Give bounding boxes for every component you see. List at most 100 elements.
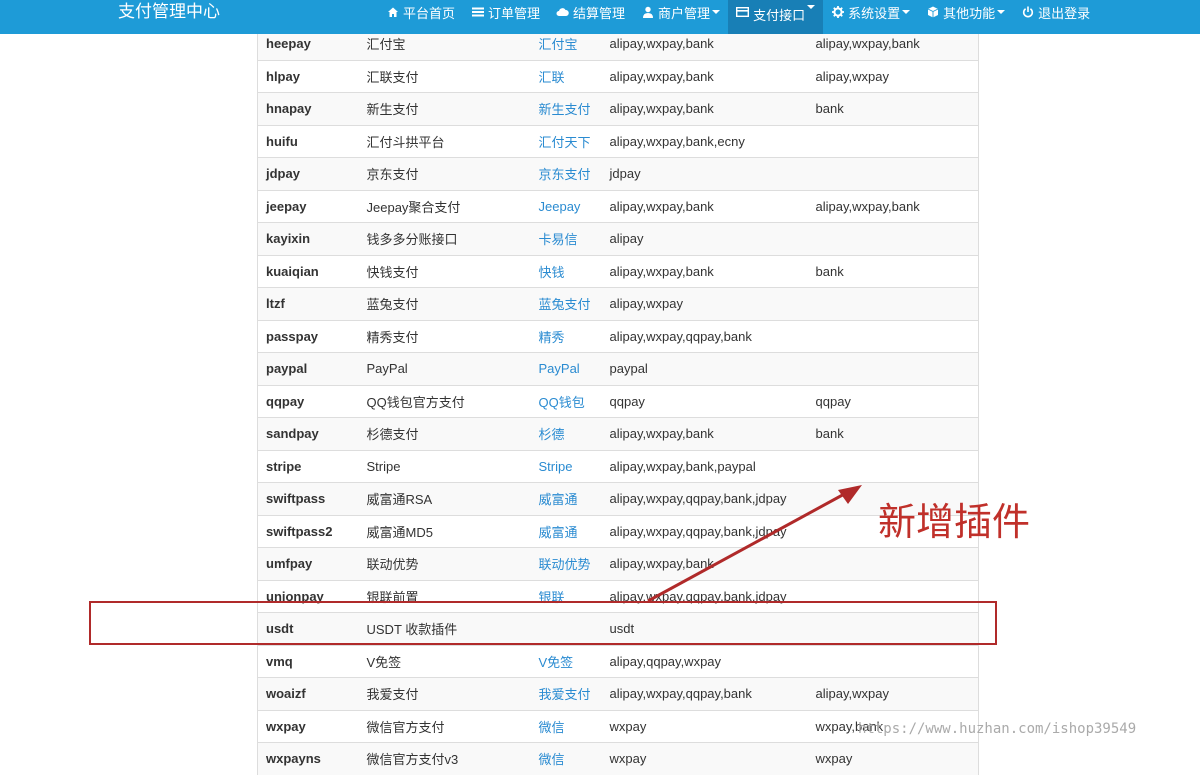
plugin-link-cell[interactable]: 精秀 [530, 319, 602, 353]
plugin-desc-cell: 新生支付 [358, 92, 531, 125]
watermark-text: https://www.huzhan.com/ishop39549 [858, 721, 1137, 737]
pay-types-cell: alipay,wxpay,bank,ecny [601, 124, 808, 158]
pay-types-cell: alipay,wxpay [601, 287, 808, 320]
nav-item-label: 系统设置 [848, 5, 901, 21]
table-row: swiftpass 威富通RSA 威富通 alipay,wxpay,qqpay,ban… [257, 482, 979, 515]
brand-title[interactable]: 支付管理中心 [118, 0, 220, 24]
table-row: huifu 汇付斗拱平台 汇付天下 alipay,wxpay,bank,ecny [257, 124, 979, 158]
table-row: paypal PayPal PayPal paypal [257, 352, 979, 385]
plugin-id-cell: hlpay [257, 59, 359, 93]
plugin-id-cell: huifu [257, 124, 359, 158]
transfer-types-cell: bank [807, 92, 979, 125]
transfer-types-cell [807, 644, 979, 678]
card-icon [736, 5, 750, 18]
transfer-types-cell [807, 319, 979, 353]
cloud-icon [556, 6, 569, 19]
plugin-link-cell[interactable]: 京东支付 [530, 157, 602, 190]
pay-types-cell: alipay,wxpay,qqpay,bank [601, 319, 808, 353]
plugin-id-cell: jdpay [257, 157, 359, 190]
main-nav: 平台首页 订单管理 结算管理 商户管理 支付接口 系统设置 其他功能 退出登录 [378, 0, 1098, 34]
nav-item-card[interactable]: 支付接口 [728, 0, 824, 34]
plugin-link-cell[interactable]: 蓝兔支付 [530, 287, 602, 320]
table-row: sandpay 杉德支付 杉德 alipay,wxpay,bank bank [257, 417, 979, 450]
plugin-id-cell: vmq [257, 644, 359, 678]
nav-item-cube[interactable]: 其他功能 [918, 0, 1013, 24]
table-row: kuaiqian 快钱支付 快钱 alipay,wxpay,bank bank [257, 254, 979, 288]
transfer-types-cell [807, 222, 979, 255]
pay-types-cell: alipay,wxpay,qqpay,bank,jdpay [601, 514, 808, 548]
caret-down-icon [902, 10, 911, 14]
plugin-id-cell: paypal [257, 352, 359, 385]
plugin-link-cell[interactable]: 新生支付 [530, 92, 602, 125]
plugin-desc-cell: V免签 [358, 644, 531, 678]
table-row: wxpayns 微信官方支付v3 微信 wxpay wxpay [257, 742, 979, 775]
nav-item-label: 退出登录 [1038, 5, 1091, 21]
transfer-types-cell [807, 352, 979, 385]
plugin-link-cell[interactable]: QQ钱包 [530, 384, 602, 418]
nav-item-cloud[interactable]: 结算管理 [548, 0, 633, 24]
pay-types-cell: qqpay [601, 384, 808, 418]
plugin-link-cell[interactable]: 杉德 [530, 417, 602, 450]
plugin-link-cell[interactable]: 卡易信 [530, 222, 602, 255]
plugin-desc-cell: 精秀支付 [358, 319, 531, 353]
pay-types-cell: alipay [601, 222, 808, 255]
nav-item-label: 订单管理 [488, 5, 541, 21]
nav-item-label: 支付接口 [753, 8, 806, 23]
table-row: vmq V免签 V免签 alipay,qqpay,wxpay [257, 644, 979, 678]
user-icon [641, 6, 654, 19]
caret-down-icon [997, 10, 1006, 14]
plugin-id-cell: kayixin [257, 222, 359, 255]
nav-item-power[interactable]: 退出登录 [1013, 0, 1098, 24]
table-row: jeepay Jeepay聚合支付 Jeepay alipay,wxpay,bank a… [257, 189, 979, 223]
plugin-table: heepay 汇付宝 汇付宝 alipay,wxpay,bank alipay,wxpa… [257, 27, 979, 775]
nav-item-label: 其他功能 [943, 5, 996, 21]
plugin-link-cell[interactable]: 汇联 [530, 59, 602, 93]
plugin-id-cell: woaizf [257, 677, 359, 710]
plugin-desc-cell: 微信官方支付 [358, 709, 531, 743]
plugin-link-cell[interactable]: 威富通 [530, 482, 602, 515]
plugin-id-cell: kuaiqian [257, 254, 359, 288]
plugin-link-cell[interactable]: V免签 [530, 644, 602, 678]
top-navbar: 支付管理中心 平台首页 订单管理 结算管理 商户管理 支付接口 系统设置 其他功能 退出登录 [0, 0, 1200, 34]
plugin-link-cell[interactable]: Jeepay [530, 189, 602, 223]
nav-item-label: 商户管理 [658, 5, 711, 21]
plugin-id-cell: passpay [257, 319, 359, 353]
plugin-link-cell[interactable]: 快钱 [530, 254, 602, 288]
pay-types-cell: alipay,qqpay,wxpay [601, 644, 808, 678]
plugin-link-cell[interactable]: 微信 [530, 709, 602, 743]
nav-item-home[interactable]: 平台首页 [378, 0, 463, 24]
plugin-id-cell: jeepay [257, 189, 359, 223]
table-row: ltzf 蓝兔支付 蓝兔支付 alipay,wxpay [257, 287, 979, 320]
nav-item-user[interactable]: 商户管理 [633, 0, 728, 24]
table-row: woaizf 我爱支付 我爱支付 alipay,wxpay,qqpay,bank ali… [257, 677, 979, 710]
plugin-id-cell: wxpayns [257, 742, 359, 775]
pay-types-cell: alipay,wxpay,bank [601, 254, 808, 288]
plugin-link-cell[interactable]: 微信 [530, 742, 602, 775]
caret-down-icon [807, 5, 816, 9]
plugin-link-cell[interactable]: PayPal [530, 352, 602, 385]
plugin-desc-cell: 我爱支付 [358, 677, 531, 710]
annotation-label: 新增插件 [878, 500, 1031, 544]
plugin-desc-cell: 联动优势 [358, 547, 531, 580]
plugin-link-cell[interactable]: Stripe [530, 449, 602, 483]
transfer-types-cell [807, 547, 979, 580]
plugin-desc-cell: 钱多多分账接口 [358, 222, 531, 255]
plugin-desc-cell: 快钱支付 [358, 254, 531, 288]
nav-item-list[interactable]: 订单管理 [463, 0, 548, 24]
plugin-desc-cell: 蓝兔支付 [358, 287, 531, 320]
plugin-id-cell: swiftpass2 [257, 514, 359, 548]
pay-types-cell: alipay,wxpay,bank [601, 59, 808, 93]
plugin-link-cell[interactable]: 威富通 [530, 514, 602, 548]
cube-icon [926, 6, 939, 19]
plugin-desc-cell: 威富通RSA [358, 482, 531, 515]
plugin-link-cell[interactable]: 汇付天下 [530, 124, 602, 158]
plugin-desc-cell: PayPal [358, 352, 531, 385]
nav-item-gear[interactable]: 系统设置 [823, 0, 918, 24]
plugin-id-cell: hnapay [257, 92, 359, 125]
plugin-desc-cell: 汇联支付 [358, 59, 531, 93]
transfer-types-cell: alipay,wxpay [807, 677, 979, 710]
plugin-link-cell[interactable]: 我爱支付 [530, 677, 602, 710]
table-row: hlpay 汇联支付 汇联 alipay,wxpay,bank alipay,wxpay [257, 59, 979, 93]
plugin-link-cell[interactable]: 联动优势 [530, 547, 602, 580]
table-row: qqpay QQ钱包官方支付 QQ钱包 qqpay qqpay [257, 384, 979, 418]
